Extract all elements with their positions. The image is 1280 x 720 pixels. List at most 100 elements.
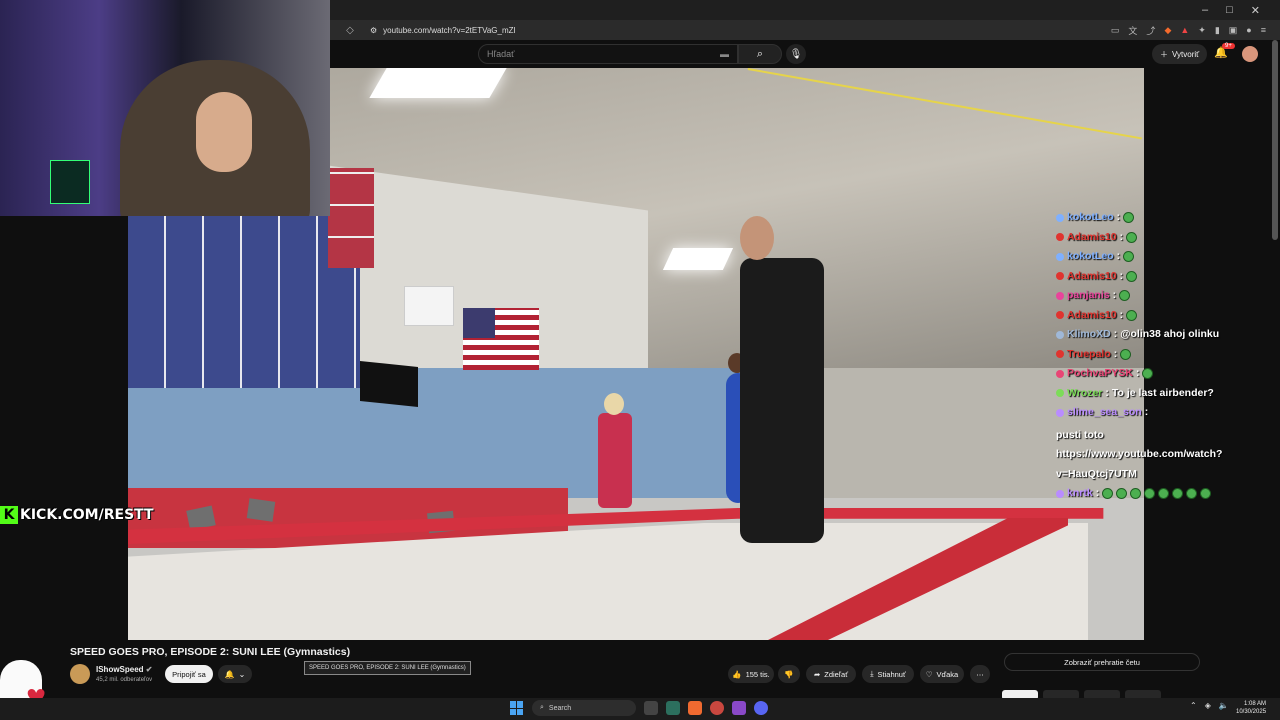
extensions-icon[interactable]: ✦ <box>1198 25 1206 36</box>
video-foam-block <box>246 498 276 522</box>
url-text[interactable]: youtube.com/watch?v=2tETVaG_mZI <box>383 26 516 35</box>
discord-icon[interactable] <box>754 701 768 715</box>
channel-name-text[interactable]: IShowSpeed <box>96 665 144 674</box>
search-input[interactable]: Hľadať ▬ <box>478 44 738 64</box>
join-button[interactable]: Pripojiť sa <box>165 665 213 683</box>
title-tooltip: SPEED GOES PRO, EPISODE 2: SUNI LEE (Gym… <box>304 661 471 675</box>
rewards-icon[interactable]: ▲ <box>1180 25 1189 35</box>
video-person-pink <box>598 413 632 508</box>
chat-emote-icon <box>1116 488 1128 500</box>
menu-icon[interactable]: ≡ <box>1261 25 1266 35</box>
chat-badge-icon <box>1056 489 1064 498</box>
taskbar-search-label: Search <box>548 704 572 712</box>
profile-icon[interactable]: ● <box>1246 25 1251 35</box>
plus-icon: ＋ <box>1160 49 1168 59</box>
share-icon[interactable]: ⤴ <box>1146 24 1155 37</box>
notification-badge: 9+ <box>1222 43 1235 49</box>
channel-avatar[interactable] <box>70 664 90 684</box>
chat-username[interactable]: Adamis10 <box>1067 228 1117 248</box>
chat-badge-icon <box>1056 252 1064 261</box>
notifications-button[interactable]: 🔔 9+ <box>1214 43 1235 59</box>
chat-badge-icon <box>1056 311 1064 320</box>
chat-emote-icon <box>1126 270 1138 282</box>
webcam-overlay <box>0 0 330 216</box>
chat-separator: : <box>1119 230 1124 243</box>
chevron-up-icon[interactable]: ⌃ <box>1190 701 1197 710</box>
close-window-button[interactable]: ✕ <box>1251 4 1260 17</box>
chat-username[interactable]: PochvaPYSK <box>1067 364 1133 384</box>
chat-username[interactable]: Truepalo <box>1067 345 1111 365</box>
channel-name[interactable]: IShowSpeed ✔ <box>96 665 153 674</box>
voice-search-button[interactable]: 🎙 <box>786 44 806 64</box>
shield-icon[interactable]: ◆ <box>1164 25 1171 36</box>
chat-username[interactable]: knrtk <box>1067 484 1093 504</box>
address-bar: ◇ ⚙ youtube.com/watch?v=2tETVaG_mZI ▭ 文 … <box>330 20 1280 40</box>
search-icon: ⌕ <box>540 704 544 711</box>
chat-emote-icon <box>1172 488 1184 500</box>
task-view-icon[interactable] <box>644 701 658 715</box>
thanks-button[interactable]: ♡ Vďaka <box>920 665 964 683</box>
chat-emote-icon <box>1126 309 1138 321</box>
wallet-icon[interactable]: ▣ <box>1229 25 1238 36</box>
clock[interactable]: 1:08 AM 10/30/2025 <box>1236 700 1266 716</box>
show-chat-replay-button[interactable]: Zobraziť prehratie četu <box>1004 653 1200 671</box>
bookmark-icon[interactable]: ◇ <box>330 25 370 36</box>
share-icon: ➦ <box>813 669 821 679</box>
chat-separator: : <box>1095 487 1100 499</box>
chat-message: Truepalo: <box>1056 345 1246 365</box>
mic-icon: 🎙 <box>789 48 803 60</box>
clock-time: 1:08 AM <box>1244 701 1267 707</box>
chat-separator: : <box>1135 367 1140 379</box>
taskbar-search[interactable]: ⌕ Search <box>532 700 636 716</box>
chat-username[interactable]: Adamis10 <box>1067 267 1117 287</box>
chat-separator: : <box>1113 328 1118 340</box>
chat-emote-icon <box>1120 348 1132 360</box>
kick-overlay: K KICK.COM/RESTT <box>0 505 154 525</box>
chat-badge-icon <box>1056 272 1064 281</box>
minimize-button[interactable]: – <box>1202 4 1208 16</box>
share-button[interactable]: ➦ Zdieľať <box>806 665 856 683</box>
video-posters <box>328 168 374 268</box>
chat-username[interactable]: kokotLeo <box>1067 208 1114 228</box>
obs-icon[interactable] <box>710 701 724 715</box>
site-info-icon[interactable]: ⚙ <box>370 26 377 35</box>
cast-icon[interactable]: ▭ <box>1111 25 1120 36</box>
download-label: Stiahnuť <box>877 669 906 679</box>
app-icon[interactable] <box>732 701 746 715</box>
chat-username[interactable]: Adamis10 <box>1067 306 1117 326</box>
subscription-bell-button[interactable]: 🔔 ⌄ <box>218 665 252 683</box>
download-button[interactable]: ⤓ Stiahnuť <box>862 665 914 683</box>
avatar[interactable] <box>1242 46 1258 62</box>
like-button[interactable]: 👍 155 tis. <box>728 665 774 683</box>
page-scrollbar[interactable] <box>1272 40 1278 240</box>
sidebar-icon[interactable]: ▮ <box>1215 25 1220 36</box>
search-button[interactable]: ⌕ <box>738 44 782 64</box>
chat-username[interactable]: Wrozer <box>1067 384 1102 404</box>
chat-username[interactable]: KlimoXD <box>1067 325 1111 345</box>
chat-badge-icon <box>1056 350 1064 359</box>
chat-username[interactable]: panjanis <box>1067 286 1110 306</box>
network-icon[interactable]: ◈ <box>1205 701 1211 710</box>
chat-message: Adamis10: <box>1056 228 1246 248</box>
keyboard-icon[interactable]: ▬ <box>720 49 729 59</box>
chat-text: To je last airbender? <box>1111 386 1214 399</box>
chat-username[interactable]: slime_sea_son <box>1067 403 1142 423</box>
windows-start-icon[interactable] <box>510 701 524 715</box>
dislike-button[interactable]: 👎 <box>778 665 800 683</box>
chat-badge-icon <box>1056 213 1064 222</box>
create-button[interactable]: ＋ Vytvoriť <box>1152 44 1208 64</box>
chat-message: Adamis10: <box>1056 306 1246 326</box>
volume-icon[interactable]: 🔈 <box>1219 701 1229 710</box>
more-actions-button[interactable]: ⋯ <box>970 665 990 683</box>
chat-emote-icon <box>1119 290 1131 302</box>
url-field[interactable]: ⚙ youtube.com/watch?v=2tETVaG_mZI <box>370 26 1111 35</box>
verified-icon: ✔ <box>145 665 153 674</box>
video-posters <box>128 208 360 388</box>
brave-browser-icon[interactable] <box>688 701 702 715</box>
maximize-button[interactable]: □ <box>1226 4 1233 16</box>
terminal-icon[interactable] <box>666 701 680 715</box>
chat-separator: : <box>1119 269 1124 282</box>
translate-icon[interactable]: 文 <box>1128 24 1137 37</box>
chat-username[interactable]: kokotLeo <box>1067 247 1114 267</box>
video-person-head <box>740 216 774 260</box>
